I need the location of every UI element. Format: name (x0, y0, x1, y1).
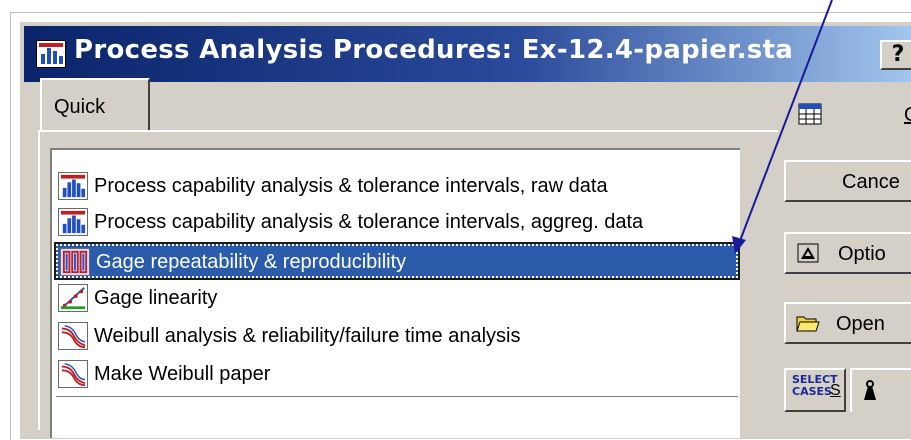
annotation-arrow (732, 0, 833, 254)
